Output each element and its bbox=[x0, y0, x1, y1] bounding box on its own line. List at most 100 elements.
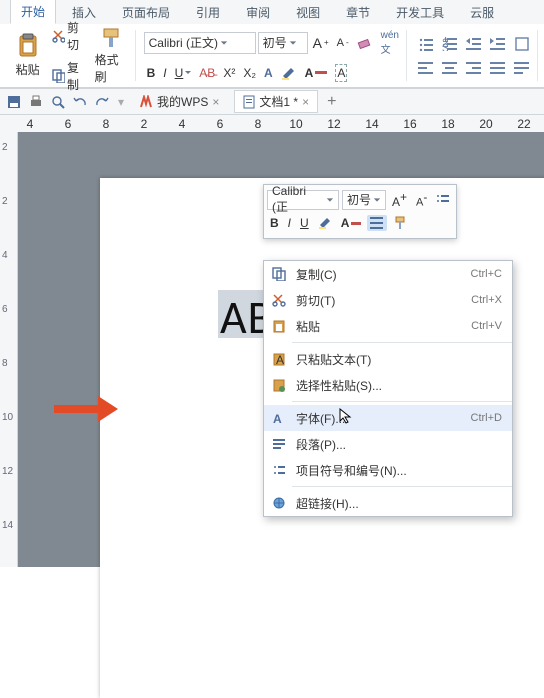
paste-text-icon: A bbox=[272, 352, 286, 366]
align-justify-icon bbox=[490, 61, 506, 75]
ctx-paragraph[interactable]: 段落(P)... bbox=[264, 431, 512, 457]
ruler-tick: 6 bbox=[2, 304, 8, 315]
align-distribute-button[interactable] bbox=[511, 57, 533, 79]
mini-font-combo[interactable]: Calibri (正 bbox=[267, 190, 339, 210]
close-icon[interactable]: × bbox=[212, 95, 219, 109]
mini-align[interactable] bbox=[367, 215, 387, 231]
paste-button[interactable]: 粘贴 bbox=[10, 31, 45, 80]
grow-font-button[interactable]: A+ bbox=[310, 33, 332, 53]
mini-format-painter[interactable] bbox=[390, 214, 410, 232]
horizontal-ruler[interactable]: 468246810121416182022 bbox=[0, 115, 544, 133]
tab-view[interactable]: 视图 bbox=[286, 0, 330, 24]
tab-layout[interactable]: 页面布局 bbox=[112, 0, 180, 24]
ruler-tick: 4 bbox=[20, 117, 40, 131]
document-area[interactable]: ABC Calibri (正 初号 A+ A- B I U A 复制(C)Ctr… bbox=[18, 132, 544, 567]
qat-preview-button[interactable] bbox=[48, 93, 68, 111]
qat-save-button[interactable] bbox=[4, 93, 24, 111]
context-menu: 复制(C)Ctrl+C 剪切(T)Ctrl+X 粘贴Ctrl+V A只粘贴文本(… bbox=[263, 260, 513, 517]
bullets-icon bbox=[418, 37, 434, 51]
font-color-button[interactable]: A bbox=[302, 64, 331, 82]
italic-button[interactable]: I bbox=[160, 64, 169, 82]
tab-chapter[interactable]: 章节 bbox=[336, 0, 380, 24]
ruler-tick: 4 bbox=[172, 117, 192, 131]
ruler-tick: 12 bbox=[324, 117, 344, 131]
dialog-icon bbox=[515, 37, 529, 51]
separator bbox=[292, 401, 512, 402]
mini-underline[interactable]: U bbox=[297, 214, 312, 232]
subscript-button[interactable]: X₂ bbox=[240, 64, 259, 82]
tab-review[interactable]: 审阅 bbox=[236, 0, 280, 24]
char-border-button[interactable]: A bbox=[332, 62, 350, 84]
highlight-button[interactable] bbox=[278, 64, 300, 82]
tab-dev[interactable]: 开发工具 bbox=[386, 0, 454, 24]
close-icon[interactable]: × bbox=[302, 95, 309, 109]
qat-print-button[interactable] bbox=[26, 93, 46, 111]
phonetic-button[interactable]: wén文 bbox=[378, 28, 402, 58]
ruler-tick: 8 bbox=[96, 117, 116, 131]
clipboard-icon bbox=[272, 319, 286, 333]
char-style-a-button[interactable]: A bbox=[261, 64, 276, 82]
shrink-font-button[interactable]: A- bbox=[334, 35, 352, 51]
ruler-tick: 2 bbox=[2, 196, 8, 207]
ctx-font[interactable]: A字体(F)...Ctrl+D bbox=[264, 405, 512, 431]
ctx-copy[interactable]: 复制(C)Ctrl+C bbox=[264, 261, 512, 287]
superscript-button[interactable]: X² bbox=[220, 64, 238, 82]
paragraph-icon bbox=[272, 437, 286, 451]
mini-shrink-font[interactable]: A- bbox=[413, 188, 430, 211]
mini-italic[interactable]: I bbox=[285, 214, 294, 232]
ctx-bullets[interactable]: 项目符号和编号(N)... bbox=[264, 457, 512, 483]
font-name-combo[interactable]: Calibri (正文) bbox=[144, 32, 256, 54]
qat-redo-button[interactable] bbox=[92, 93, 112, 111]
align-distribute-icon bbox=[514, 61, 530, 75]
ctx-paste-special[interactable]: 选择性粘贴(S)... bbox=[264, 372, 512, 398]
chevron-down-icon bbox=[373, 196, 381, 204]
clear-format-button[interactable] bbox=[354, 33, 376, 53]
align-justify-button[interactable] bbox=[487, 57, 509, 79]
mini-toolbar: Calibri (正 初号 A+ A- B I U A bbox=[263, 184, 457, 239]
paste-label: 粘贴 bbox=[16, 61, 40, 78]
cut-button[interactable]: 剪切 bbox=[49, 17, 91, 55]
bullets-icon bbox=[272, 463, 286, 477]
ruler-tick: 6 bbox=[58, 117, 78, 131]
mini-highlight[interactable] bbox=[315, 214, 335, 232]
outdent-button[interactable] bbox=[463, 33, 485, 55]
align-right-icon bbox=[466, 61, 482, 75]
mini-grow-font[interactable]: A+ bbox=[389, 188, 410, 211]
ruler-tick: 6 bbox=[210, 117, 230, 131]
color-bar-icon bbox=[315, 71, 327, 74]
bullets-button[interactable] bbox=[415, 33, 437, 55]
doc-tab-mywps[interactable]: 我的WPS× bbox=[130, 90, 228, 113]
indent-button[interactable] bbox=[487, 33, 509, 55]
new-tab-button[interactable]: + bbox=[324, 91, 339, 113]
qat-undo-button[interactable] bbox=[70, 93, 90, 111]
paste-special-icon bbox=[272, 378, 286, 392]
scissors-icon bbox=[52, 29, 65, 43]
ctx-hyperlink[interactable]: 超链接(H)... bbox=[264, 490, 512, 516]
mini-size-combo[interactable]: 初号 bbox=[342, 190, 386, 210]
align-left-button[interactable] bbox=[415, 57, 437, 79]
mini-font-color[interactable]: A bbox=[338, 214, 365, 232]
numbering-button[interactable]: 123 bbox=[439, 33, 461, 55]
settings-button[interactable] bbox=[511, 33, 533, 55]
mini-bullets[interactable] bbox=[433, 192, 453, 208]
ctx-paste-text[interactable]: A只粘贴文本(T) bbox=[264, 346, 512, 372]
ctx-paste[interactable]: 粘贴Ctrl+V bbox=[264, 313, 512, 339]
preview-icon bbox=[51, 95, 65, 109]
bold-button[interactable]: B bbox=[144, 64, 159, 82]
format-painter-button[interactable]: 格式刷 bbox=[92, 25, 131, 87]
ctx-cut[interactable]: 剪切(T)Ctrl+X bbox=[264, 287, 512, 313]
align-center-button[interactable] bbox=[439, 57, 461, 79]
tab-ref[interactable]: 引用 bbox=[186, 0, 230, 24]
outdent-icon bbox=[466, 37, 482, 51]
align-center-icon bbox=[442, 61, 458, 75]
copy-button[interactable]: 复制 bbox=[49, 57, 91, 95]
align-right-button[interactable] bbox=[463, 57, 485, 79]
strike-button[interactable]: A̵B̵ bbox=[196, 64, 218, 82]
tab-cloud[interactable]: 云服 bbox=[460, 0, 504, 24]
redo-icon bbox=[95, 95, 109, 109]
doc-tab-doc1[interactable]: 文档1 *× bbox=[234, 90, 318, 113]
vertical-ruler[interactable]: 22468101214 bbox=[0, 132, 18, 567]
mini-bold[interactable]: B bbox=[267, 214, 282, 232]
font-size-combo[interactable]: 初号 bbox=[258, 32, 308, 54]
underline-button[interactable]: U bbox=[172, 64, 195, 82]
